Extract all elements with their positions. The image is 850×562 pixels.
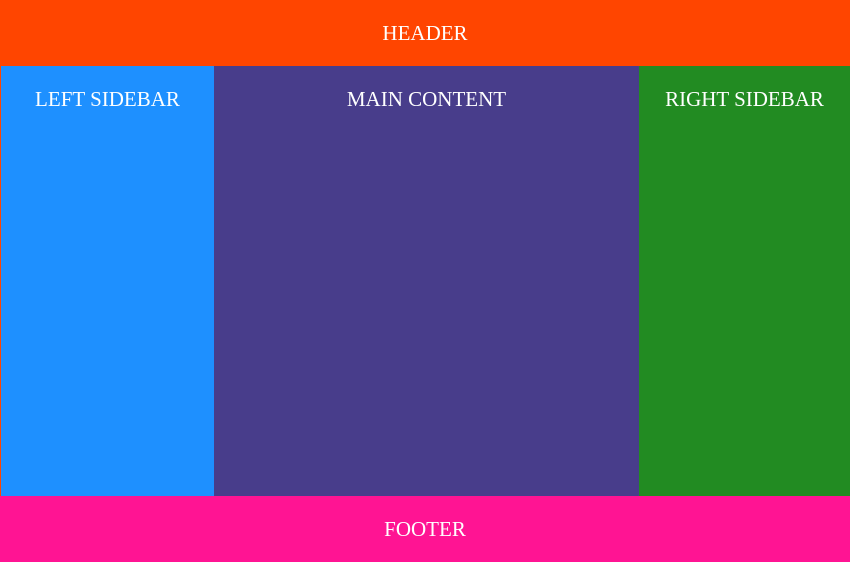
header: HEADER (0, 0, 850, 66)
left-sidebar-title: LEFT SIDEBAR (35, 87, 180, 111)
main-content: MAIN CONTENT (214, 66, 639, 496)
right-sidebar: RIGHT SIDEBAR (639, 66, 850, 496)
page-layout: HEADER LEFT SIDEBAR MAIN CONTENT RIGHT S… (0, 0, 850, 562)
footer-title: FOOTER (384, 516, 466, 541)
footer: FOOTER (0, 496, 850, 562)
header-title: HEADER (382, 20, 468, 45)
left-sidebar: LEFT SIDEBAR (0, 66, 214, 496)
main-content-title: MAIN CONTENT (346, 87, 507, 111)
content-row: LEFT SIDEBAR MAIN CONTENT RIGHT SIDEBAR (0, 66, 850, 496)
right-sidebar-title: RIGHT SIDEBAR (665, 87, 824, 111)
